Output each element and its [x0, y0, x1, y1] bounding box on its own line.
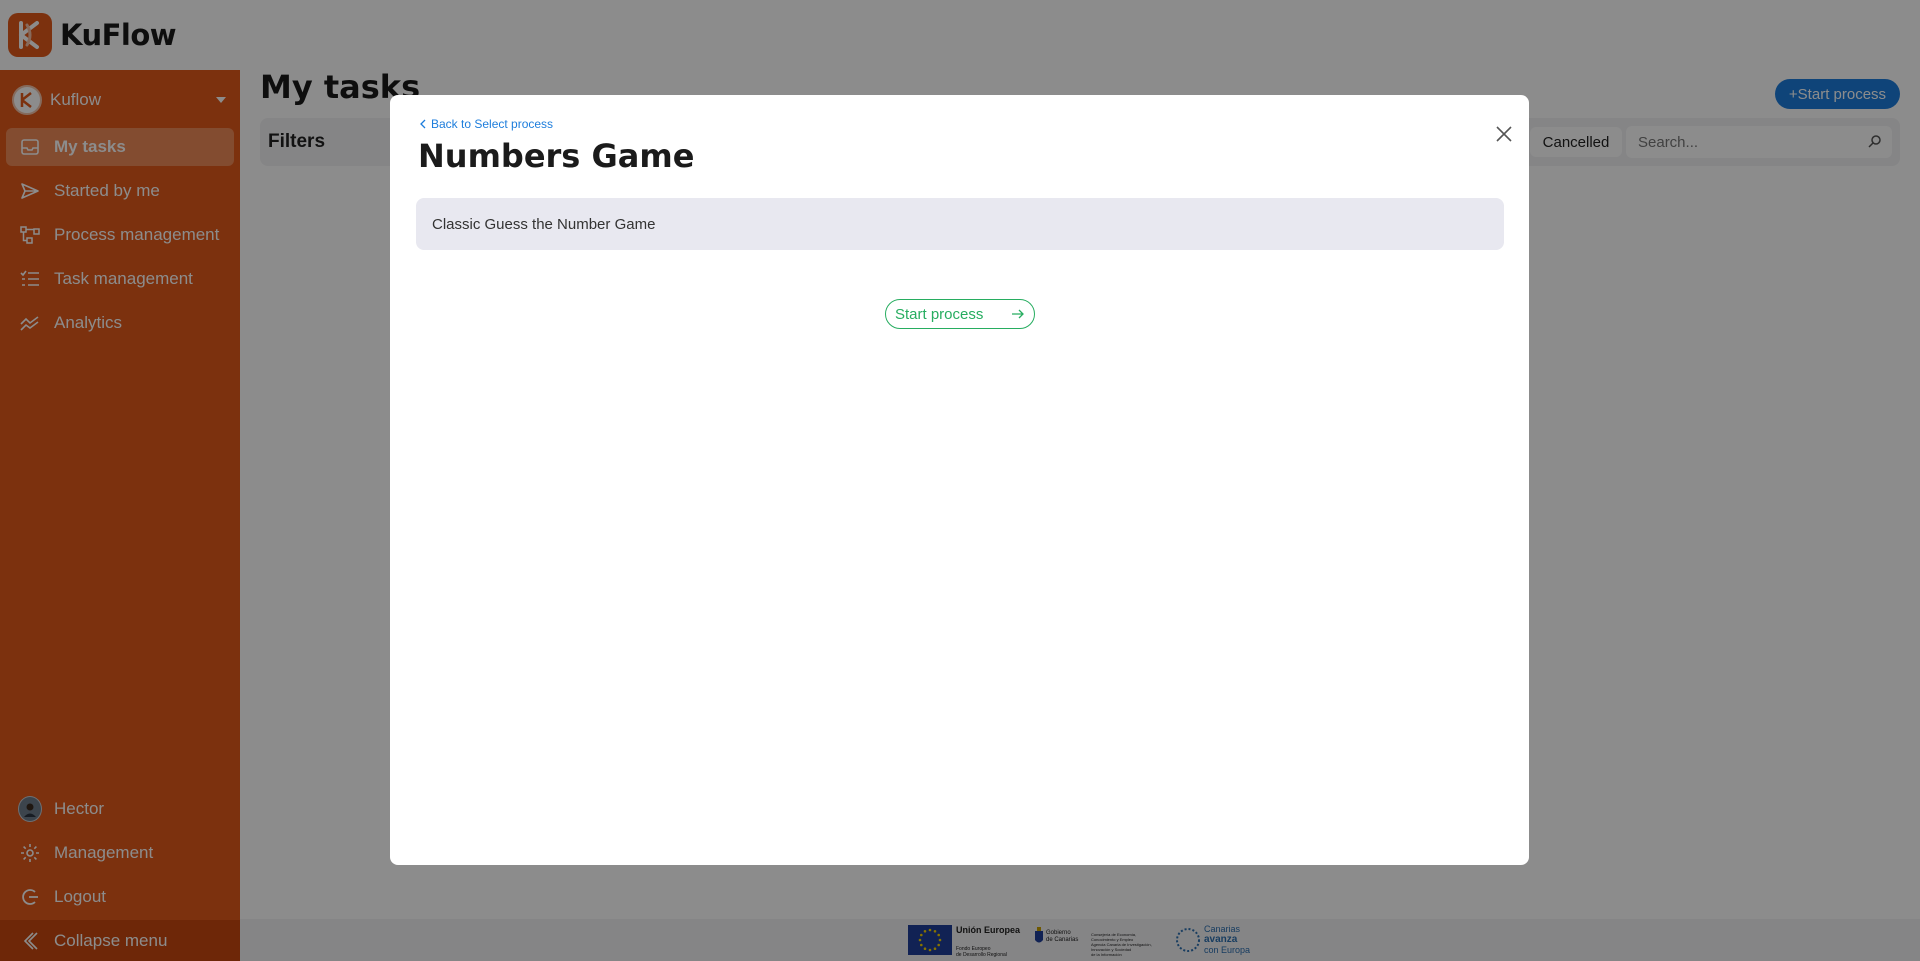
- modal-title: Numbers Game: [418, 137, 695, 175]
- back-link-label: Back to Select process: [431, 117, 554, 131]
- start-process-submit-button[interactable]: Start process: [885, 299, 1035, 329]
- back-to-select-process-link[interactable]: Back to Select process: [420, 117, 553, 131]
- process-description: Classic Guess the Number Game: [416, 198, 1504, 250]
- chevron-left-icon: [420, 119, 426, 129]
- start-process-modal: Back to Select process Numbers Game Clas…: [390, 95, 1529, 865]
- start-process-label: Start process: [895, 305, 984, 323]
- close-icon[interactable]: [1495, 125, 1513, 143]
- arrow-right-icon: [1011, 307, 1025, 325]
